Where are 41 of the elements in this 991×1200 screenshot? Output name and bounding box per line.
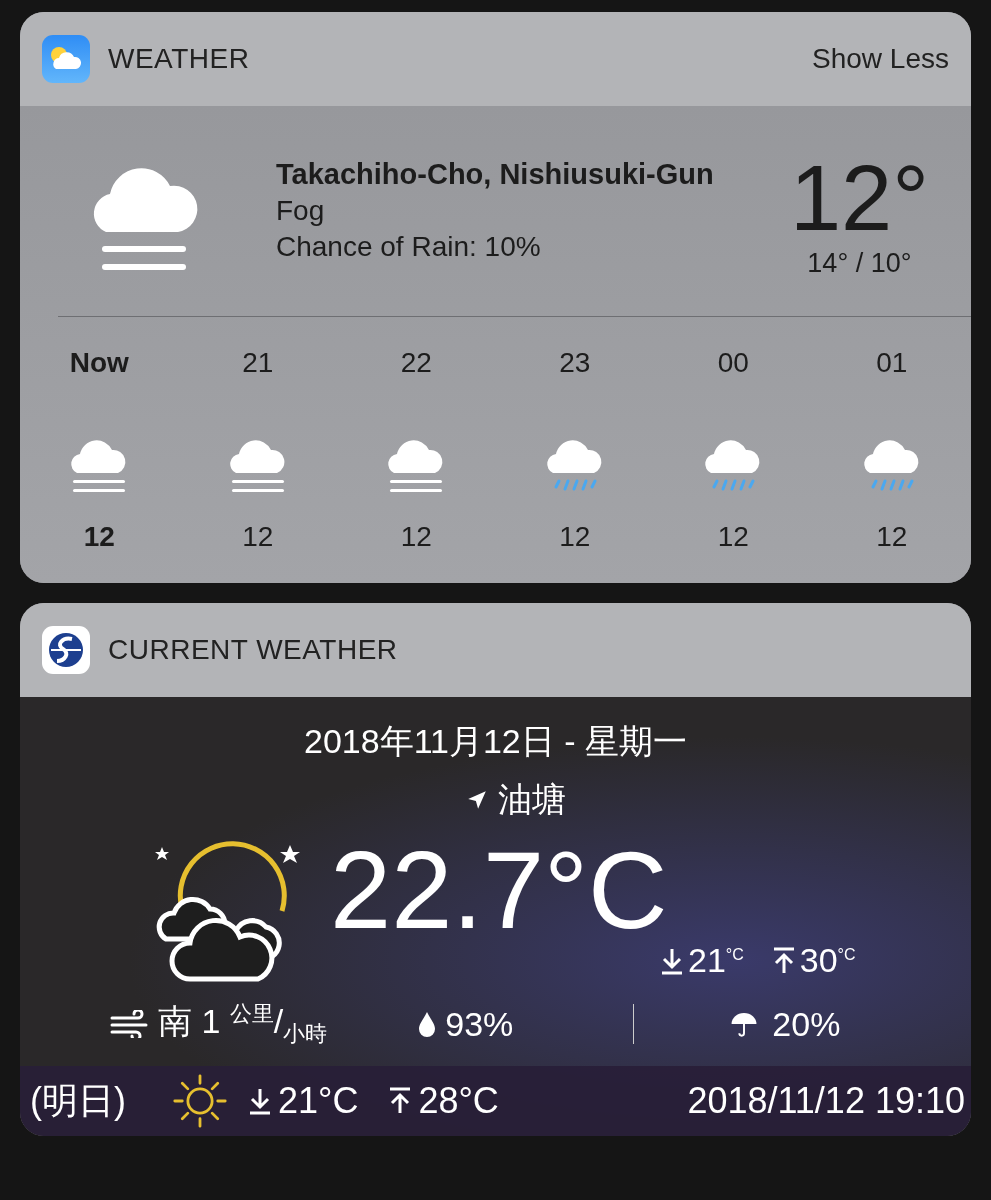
- high-temperature: 30$^{°C}$: [799, 941, 856, 980]
- high-low-temperature: 14° / 10°: [807, 248, 912, 279]
- rain-chance-text: 20%: [772, 1004, 841, 1044]
- hour-label: 23: [559, 347, 591, 379]
- location-name: Takachiho-Cho, Nishiusuki-Gun: [276, 158, 714, 191]
- humidity-text: 93%: [445, 1004, 514, 1044]
- hour-label: Now: [69, 347, 129, 379]
- down-arrow-icon: [660, 946, 684, 975]
- tomorrow-low-temperature: 21°C: [278, 1080, 359, 1122]
- date-text: 2018年11月12日 - 星期一: [304, 721, 687, 762]
- widget-title: WEATHER: [108, 43, 250, 75]
- wind-icon: [110, 1010, 150, 1039]
- hour-temperature: 12: [559, 521, 591, 553]
- widget-title: CURRENT WEATHER: [108, 634, 398, 666]
- app-logo-icon[interactable]: [42, 626, 90, 674]
- down-arrow-icon: [248, 1087, 272, 1115]
- low-temperature: 21$^{°C}$: [688, 941, 744, 980]
- current-temperature: 12°: [789, 152, 929, 244]
- up-arrow-icon: [388, 1087, 413, 1115]
- location-name: 油塘: [497, 779, 566, 820]
- tomorrow-high-temperature: 28°C: [418, 1080, 499, 1122]
- tomorrow-label: (明日): [30, 1078, 126, 1123]
- hour-temperature: 12: [876, 521, 908, 553]
- weather-app-icon[interactable]: [42, 35, 90, 83]
- update-time: 2018/11/12 19:10: [687, 1080, 965, 1122]
- sun-icon: [172, 1073, 228, 1129]
- hour-temperature: 12: [717, 521, 749, 553]
- wind-text: 南 1 $^{公里}$/$_{小時}$: [158, 1000, 328, 1049]
- current-temperature: 22.7°C: [330, 835, 668, 945]
- water-drop-icon: [417, 1010, 438, 1039]
- hour-temperature: 12: [242, 521, 274, 553]
- show-less-button[interactable]: Show Less: [812, 43, 949, 75]
- hour-temperature: 12: [83, 521, 115, 553]
- hour-label: 01: [876, 347, 908, 379]
- hour-label: 21: [242, 347, 274, 379]
- hour-label: 00: [717, 347, 749, 379]
- rain-chance-text: Chance of Rain: 10%: [276, 231, 542, 263]
- condition-text: Fog: [276, 195, 326, 227]
- hour-temperature: 12: [400, 521, 432, 553]
- hour-label: 22: [400, 347, 432, 379]
- up-arrow-icon: [771, 946, 796, 975]
